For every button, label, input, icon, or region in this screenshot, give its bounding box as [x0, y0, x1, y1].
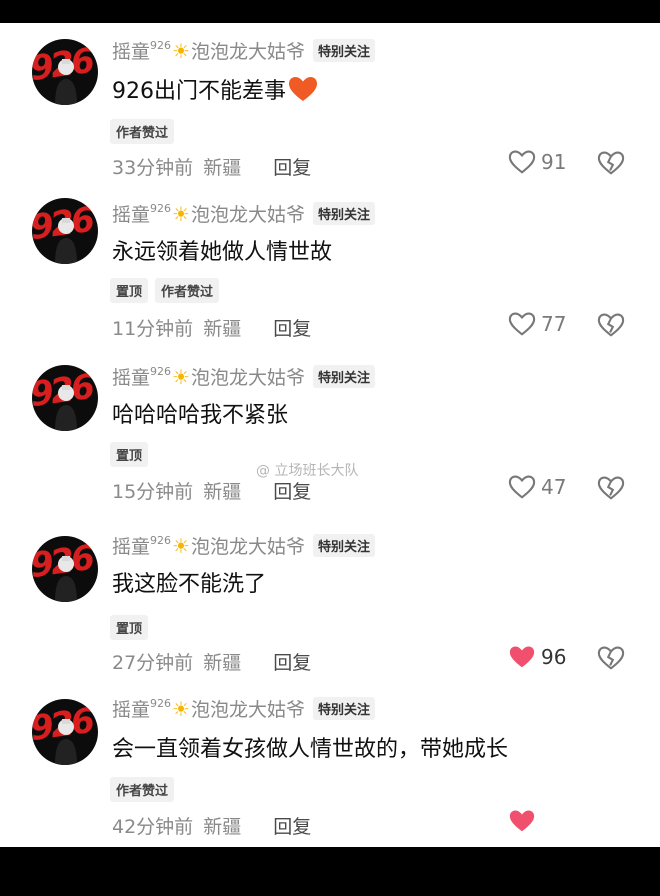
region: 新疆 — [203, 652, 242, 674]
tag-row: 作者赞过 — [110, 119, 175, 144]
reply-button[interactable]: 回复 — [273, 481, 311, 503]
comment-text[interactable]: 永远领着她做人情世故 — [112, 234, 332, 266]
tag-row: 置顶 作者赞过 — [110, 278, 220, 303]
broken-heart-icon[interactable] — [597, 312, 625, 338]
person-icon — [55, 556, 77, 602]
like-count: 47 — [541, 475, 567, 499]
tag-row: 置顶 — [110, 442, 149, 467]
sun-icon: ☀ — [172, 365, 190, 389]
region: 新疆 — [203, 318, 242, 340]
author-liked-tag: 作者赞过 — [110, 119, 175, 144]
sun-icon: ☀ — [172, 534, 190, 558]
comment-text[interactable]: 我这脸不能洗了 — [112, 566, 266, 598]
comment-item: 926 摇童926☀泡泡龙大姑爷 特别关注 我这脸不能洗了 置顶 27分钟前新疆… — [0, 522, 660, 689]
region: 新疆 — [203, 481, 242, 503]
like-count: 77 — [541, 312, 567, 336]
reply-button[interactable]: 回复 — [273, 157, 311, 179]
sun-icon: ☀ — [172, 697, 190, 721]
author-liked-tag: 作者赞过 — [110, 777, 175, 802]
heart-outline-icon — [508, 475, 536, 499]
weibo-watermark: @ 立场班长大队 — [256, 463, 359, 479]
avatar[interactable]: 926 — [32, 365, 98, 431]
comment-header: 摇童926☀泡泡龙大姑爷 特别关注 — [112, 532, 375, 559]
pinned-tag: 置顶 — [110, 278, 149, 303]
pinned-tag: 置顶 — [110, 442, 149, 467]
avatar[interactable]: 926 — [32, 39, 98, 105]
tag-row: 置顶 — [110, 615, 149, 640]
timestamp: 42分钟前 — [112, 816, 194, 838]
comment-meta: 27分钟前 新疆 回复 — [112, 648, 311, 675]
username[interactable]: 摇童926☀泡泡龙大姑爷 — [112, 37, 305, 64]
comment-item: 926 摇童926☀泡泡龙大姑爷 特别关注 哈哈哈哈我不紧张 置顶 15分钟前新… — [0, 355, 660, 522]
like-button[interactable]: 47 — [508, 474, 566, 500]
author-liked-tag: 作者赞过 — [155, 278, 220, 303]
comment-item: 926 摇童926☀泡泡龙大姑爷 特别关注 926出门不能差事 作者赞过 33分… — [0, 23, 660, 188]
like-count: 91 — [541, 150, 567, 174]
username[interactable]: 摇童926☀泡泡龙大姑爷 — [112, 200, 305, 227]
region: 新疆 — [203, 157, 242, 179]
tag-row: 作者赞过 — [110, 777, 175, 802]
person-icon — [55, 719, 77, 765]
bottom-black-bar — [0, 847, 660, 896]
special-follow-badge: 特别关注 — [312, 202, 375, 225]
comment-header: 摇童926☀泡泡龙大姑爷 特别关注 — [112, 363, 375, 390]
comment-item: 926 摇童926☀泡泡龙大姑爷 特别关注 永远领着她做人情世故 置顶 作者赞过… — [0, 188, 660, 355]
heart-outline-icon — [508, 150, 536, 174]
username[interactable]: 摇童926☀泡泡龙大姑爷 — [112, 695, 305, 722]
heart-filled-icon — [509, 810, 535, 832]
reply-button[interactable]: 回复 — [273, 318, 311, 340]
username[interactable]: 摇童926☀泡泡龙大姑爷 — [112, 363, 305, 390]
username[interactable]: 摇童926☀泡泡龙大姑爷 — [112, 532, 305, 559]
person-icon — [55, 385, 77, 431]
like-button[interactable]: 77 — [508, 311, 566, 337]
like-count: 96 — [541, 645, 567, 669]
heart-filled-icon — [509, 646, 535, 668]
comment-header: 摇童926☀泡泡龙大姑爷 特别关注 — [112, 37, 375, 64]
like-button[interactable]: 96 — [508, 644, 566, 670]
pinned-tag: 置顶 — [110, 615, 149, 640]
like-button[interactable] — [508, 808, 541, 834]
sun-icon: ☀ — [172, 39, 190, 63]
special-follow-badge: 特别关注 — [312, 697, 375, 720]
heart-emoji-icon — [289, 77, 317, 101]
comment-text[interactable]: 会一直领着女孩做人情世故的，带她成长 — [112, 731, 508, 763]
comment-meta: 11分钟前 新疆 回复 — [112, 314, 311, 341]
comment-header: 摇童926☀泡泡龙大姑爷 特别关注 — [112, 695, 375, 722]
timestamp: 33分钟前 — [112, 157, 194, 179]
broken-heart-icon[interactable] — [597, 645, 625, 671]
timestamp: 15分钟前 — [112, 481, 194, 503]
sun-icon: ☀ — [172, 202, 190, 226]
special-follow-badge: 特别关注 — [312, 365, 375, 388]
comment-meta: 33分钟前 新疆 回复 — [112, 153, 311, 180]
person-icon — [55, 59, 77, 105]
timestamp: 11分钟前 — [112, 318, 194, 340]
comment-item: 926 摇童926☀泡泡龙大姑爷 特别关注 会一直领着女孩做人情世故的，带她成长… — [0, 689, 660, 847]
region: 新疆 — [203, 816, 242, 838]
like-button[interactable]: 91 — [508, 149, 566, 175]
comment-text[interactable]: 哈哈哈哈我不紧张 — [112, 397, 288, 429]
avatar[interactable]: 926 — [32, 536, 98, 602]
comment-meta: 15分钟前 新疆 回复 — [112, 477, 311, 504]
broken-heart-icon[interactable] — [597, 475, 625, 501]
avatar[interactable]: 926 — [32, 699, 98, 765]
top-black-bar — [0, 0, 660, 23]
avatar[interactable]: 926 — [32, 198, 98, 264]
comment-list[interactable]: 926 摇童926☀泡泡龙大姑爷 特别关注 926出门不能差事 作者赞过 33分… — [0, 23, 660, 847]
special-follow-badge: 特别关注 — [312, 534, 375, 557]
person-icon — [55, 218, 77, 264]
timestamp: 27分钟前 — [112, 652, 194, 674]
special-follow-badge: 特别关注 — [312, 39, 375, 62]
comment-text[interactable]: 926出门不能差事 — [112, 73, 318, 105]
heart-outline-icon — [508, 312, 536, 336]
broken-heart-icon[interactable] — [597, 150, 625, 176]
reply-button[interactable]: 回复 — [273, 652, 311, 674]
comment-header: 摇童926☀泡泡龙大姑爷 特别关注 — [112, 200, 375, 227]
comment-meta: 42分钟前 新疆 回复 — [112, 812, 311, 839]
reply-button[interactable]: 回复 — [273, 816, 311, 838]
